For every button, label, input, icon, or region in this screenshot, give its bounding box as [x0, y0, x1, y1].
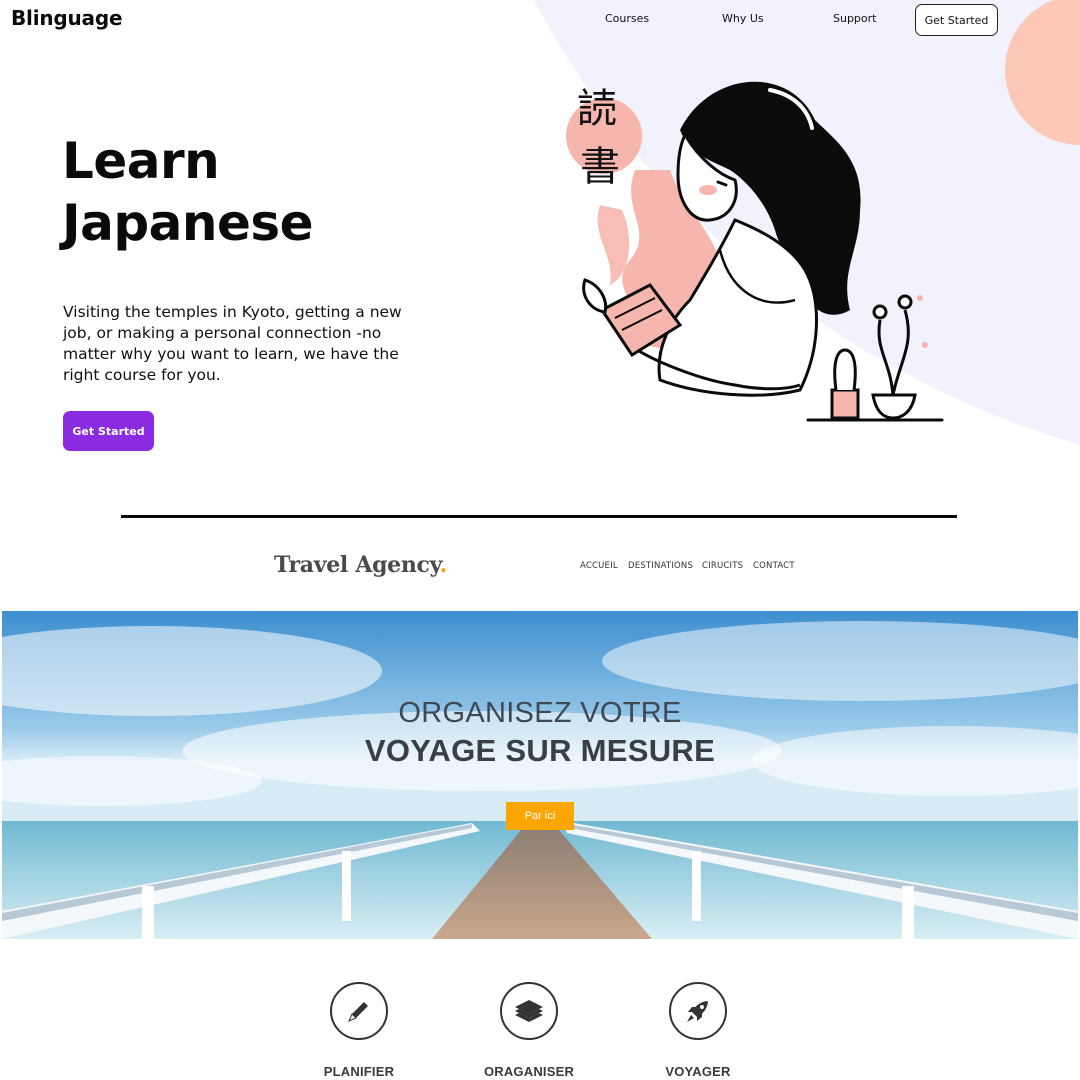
nav-destinations-link[interactable]: DESTINATIONS — [628, 561, 693, 571]
hero-banner: ORGANISEZ VOTRE VOYAGE SUR MESURE Par ic… — [2, 611, 1078, 939]
kanji-read: 読 — [577, 86, 617, 132]
feature-planifier[interactable]: PLANIFIER — [299, 982, 419, 1079]
girl-reading-illustration: 読 書 — [566, 81, 944, 422]
nav-support-link[interactable]: Support — [833, 12, 876, 25]
hero-description: Visiting the temples in Kyoto, getting a… — [63, 303, 402, 384]
feature-label-voyager: VOYAGER — [665, 1064, 731, 1079]
blinguage-top-nav: Courses Why Us Support Get Started — [0, 0, 1080, 40]
nav-why-us-link[interactable]: Why Us — [722, 12, 764, 25]
travel-agency-logo-dot: . — [439, 552, 448, 578]
feature-label-organiser: ORAGANISER — [483, 1064, 575, 1079]
nav-circuits-link[interactable]: CIRUCITS — [702, 561, 743, 571]
blinguage-landing: Blinguage Courses Why Us Support Get Sta… — [0, 0, 1080, 480]
kanji-write: 書 — [580, 144, 620, 190]
travel-agency-logo[interactable]: Travel Agency. — [274, 552, 447, 578]
rocket-icon — [669, 982, 727, 1040]
banner-heading-line2: VOYAGE SUR MESURE — [364, 733, 716, 768]
layers-icon — [500, 982, 558, 1040]
pen-icon — [330, 982, 388, 1040]
hero-title-line1: Learn — [62, 132, 220, 190]
nav-contact-link[interactable]: CONTACT — [753, 561, 795, 571]
hero-title: Learn Japanese — [62, 130, 314, 254]
nav-courses-link[interactable]: Courses — [605, 12, 649, 25]
hero-get-started-button[interactable]: Get Started — [63, 411, 154, 451]
travel-agency-logo-text: Travel Agency — [274, 552, 440, 578]
nav-accueil-link[interactable]: ACCUEIL — [580, 561, 618, 571]
feature-label-planifier: PLANIFIER — [323, 1064, 395, 1079]
section-divider — [121, 515, 957, 518]
feature-voyager[interactable]: VOYAGER — [638, 982, 758, 1079]
feature-organiser[interactable]: ORAGANISER — [469, 982, 589, 1079]
banner-heading-line1: ORGANISEZ VOTRE — [398, 697, 682, 729]
pier-seascape-image — [2, 611, 1078, 939]
hero-title-line2: Japanese — [62, 194, 314, 252]
par-ici-button[interactable]: Par ici — [506, 802, 574, 830]
nav-get-started-button[interactable]: Get Started — [915, 4, 998, 36]
